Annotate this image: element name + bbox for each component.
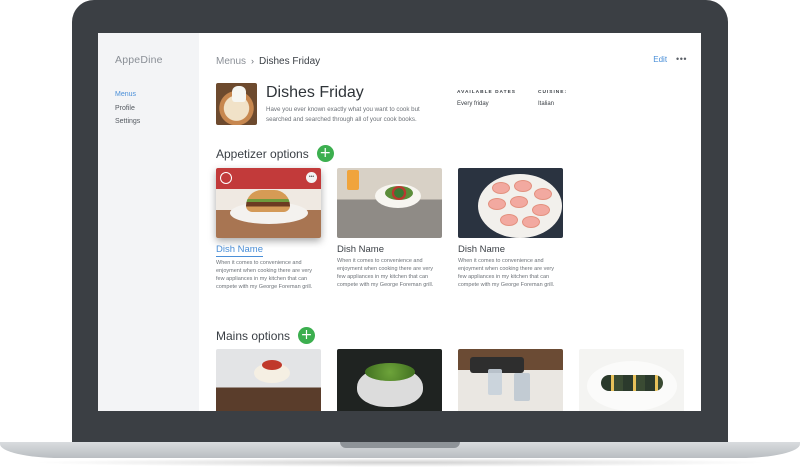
menu-header: Dishes Friday Have you ever known exactl… <box>216 83 686 125</box>
available-dates-value: Every friday <box>457 101 489 107</box>
appetizer-cards: ••• Dish Name When it comes to convenien… <box>216 168 563 291</box>
breadcrumb-menus-link[interactable]: Menus <box>216 56 246 67</box>
mains-section-title: Mains options <box>216 328 291 343</box>
dish-name[interactable]: Dish Name <box>216 244 263 257</box>
colander-photo[interactable] <box>337 349 442 411</box>
laptop-notch <box>340 442 460 448</box>
salad-photo[interactable] <box>337 168 442 238</box>
cuisine: CUISINE: Italian <box>538 90 567 107</box>
cuisine-value: Italian <box>538 101 555 107</box>
sidebar-item-menus[interactable]: Menus <box>115 88 199 102</box>
menu-description: Have you ever known exactly what you wan… <box>266 106 420 123</box>
breadcrumb: Menus › Dishes Friday <box>216 54 320 68</box>
add-main-button[interactable]: + <box>298 327 316 344</box>
appetizer-section-title: Appetizer options <box>216 146 309 161</box>
available-dates-label: AVAILABLE DATES <box>457 90 516 95</box>
more-options-icon[interactable]: ••• <box>676 54 687 64</box>
dish-card[interactable]: ••• Dish Name When it comes to convenien… <box>216 168 321 291</box>
add-appetizer-button[interactable]: + <box>316 145 334 162</box>
card-more-icon[interactable]: ••• <box>306 172 317 183</box>
edit-button[interactable]: Edit <box>653 55 667 64</box>
macaron-photo[interactable] <box>458 168 563 238</box>
top-actions: Edit ••• <box>653 54 687 64</box>
burger-photo[interactable]: ••• <box>216 168 321 238</box>
available-dates: AVAILABLE DATES Every friday <box>457 90 516 107</box>
select-checkbox-icon[interactable] <box>220 172 232 184</box>
dish-card[interactable]: Dish Name When it comes to convenience a… <box>337 168 442 291</box>
dish-card[interactable] <box>216 349 321 411</box>
menu-thumbnail <box>216 83 257 125</box>
dish-name[interactable]: Dish Name <box>337 244 442 255</box>
dish-description: When it comes to convenience and enjoyme… <box>216 260 313 290</box>
appetizer-section-header: Appetizer options + <box>216 145 334 162</box>
laptop-shadow <box>30 458 770 467</box>
sidebar: AppeDine Menus Profile Settings <box>98 33 199 411</box>
dish-description: When it comes to convenience and enjoyme… <box>337 258 434 288</box>
drinks-photo[interactable] <box>458 349 563 411</box>
page-title: Dishes Friday <box>266 84 364 101</box>
main-content: Menus › Dishes Friday Edit ••• Dishes Fr… <box>199 33 701 411</box>
pudding-photo[interactable] <box>216 349 321 411</box>
mains-cards <box>216 349 684 411</box>
mains-section-header: Mains options + <box>216 327 316 344</box>
dish-card[interactable] <box>337 349 442 411</box>
breadcrumb-current: Dishes Friday <box>259 55 321 67</box>
breadcrumb-chevron-icon: › <box>251 56 255 66</box>
dish-name[interactable]: Dish Name <box>458 244 563 255</box>
cuisine-label: CUISINE: <box>538 90 568 95</box>
sidebar-item-settings[interactable]: Settings <box>115 115 199 129</box>
plated-dish-photo[interactable] <box>579 349 684 411</box>
app-logo: AppeDine <box>115 54 163 66</box>
dish-card[interactable] <box>579 349 684 411</box>
sidebar-item-profile[interactable]: Profile <box>115 102 199 116</box>
dish-description: When it comes to convenience and enjoyme… <box>458 258 555 288</box>
app-screen: AppeDine Menus Profile Settings Menus › … <box>98 33 701 411</box>
dish-card[interactable] <box>458 349 563 411</box>
dish-card[interactable]: Dish Name When it comes to convenience a… <box>458 168 563 291</box>
